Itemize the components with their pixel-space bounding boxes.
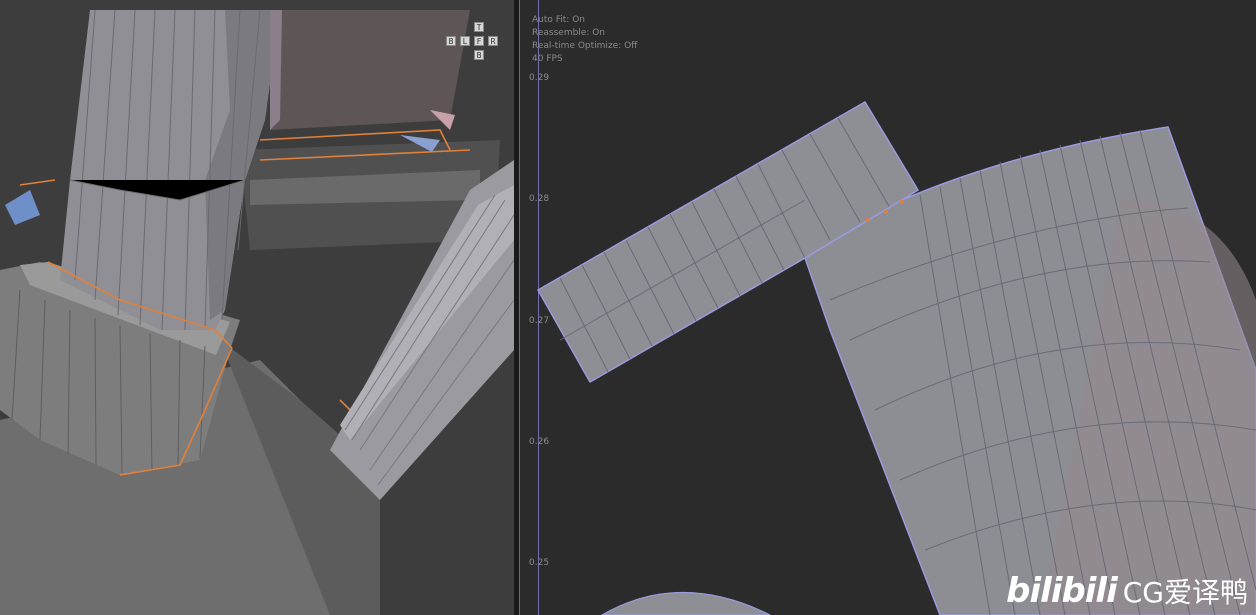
nav-cube-back[interactable]: B (446, 36, 456, 46)
nav-cube-left[interactable]: L (460, 36, 470, 46)
nav-cube-bottom[interactable]: B (474, 50, 484, 60)
highlight-face (5, 190, 40, 225)
stat-reassemble: Reassemble: On (532, 28, 606, 38)
nav-cube[interactable]: T B L F R B (446, 22, 498, 62)
watermark-text: CG爱译鸭 (1122, 576, 1248, 609)
mesh-3d (0, 9, 514, 615)
nav-cube-right[interactable]: R (488, 36, 498, 46)
stat-realtime-optimize: Real-time Optimize: Off (532, 41, 638, 51)
uv-vertex-selected (900, 200, 904, 204)
uv-vertex-selected (884, 210, 888, 214)
viewport-3d[interactable]: T B L F R B (0, 0, 514, 615)
bilibili-logo: bilibili (1006, 571, 1118, 611)
viewport-uv[interactable]: 0.29 0.28 0.27 0.26 0.25 Auto Fit: On Re… (520, 0, 1256, 615)
uv-vertex-selected (866, 218, 870, 222)
stat-fps: 40 FPS (532, 54, 563, 64)
uv-islands (536, 100, 1256, 615)
watermark: bilibili CG爱译鸭 (1006, 571, 1248, 611)
stat-auto-fit: Auto Fit: On (532, 15, 585, 25)
uv-stats-overlay: Auto Fit: On Reassemble: On Real-time Op… (532, 14, 637, 66)
uv-island-bottom (600, 591, 771, 615)
nav-cube-front[interactable]: F (474, 36, 484, 46)
nav-cube-top[interactable]: T (474, 22, 484, 32)
